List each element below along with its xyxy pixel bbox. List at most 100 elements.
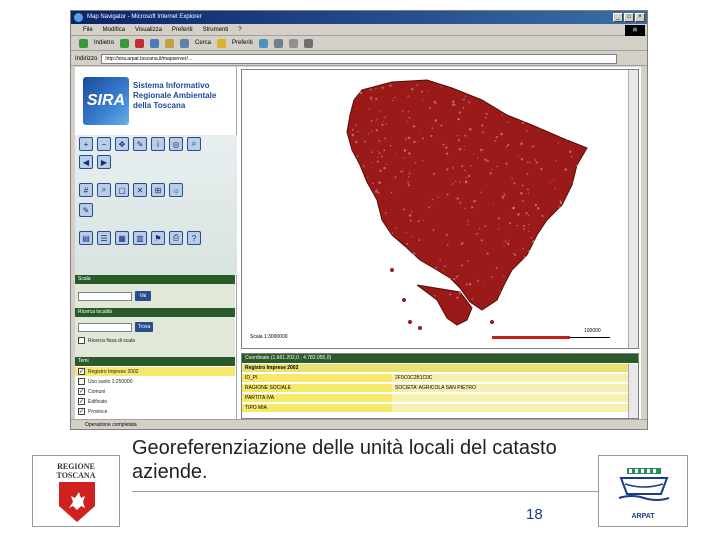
- map-speckle: [563, 121, 565, 123]
- map-speckle: [367, 176, 369, 178]
- map-speckle: [532, 285, 535, 288]
- map-speckle: [408, 172, 411, 175]
- favorites-button[interactable]: Preferiti: [232, 36, 253, 51]
- layer-checkbox[interactable]: ✓: [78, 408, 85, 415]
- mail-icon[interactable]: [288, 38, 298, 48]
- map-speckle: [453, 278, 456, 281]
- home-icon[interactable]: [165, 38, 175, 48]
- map-speckle: [375, 129, 379, 132]
- map-speckle: [408, 116, 411, 119]
- map-speckle: [569, 84, 572, 87]
- table-icon[interactable]: ▥: [133, 231, 147, 245]
- menu-bar: File Modifica Visualizza Preferiti Strum…: [71, 24, 647, 36]
- layer-checkbox[interactable]: ✓: [78, 368, 85, 375]
- favorites-star-icon[interactable]: [217, 38, 227, 48]
- map-speckle: [413, 140, 416, 144]
- next-extent-icon[interactable]: ▶: [97, 155, 111, 169]
- search-icon[interactable]: [180, 38, 190, 48]
- map-speckle: [376, 237, 379, 240]
- print-map-icon[interactable]: ⎙: [169, 231, 183, 245]
- layer-row: ✓ Registro Imprese 2002: [75, 367, 235, 376]
- help-icon[interactable]: ?: [187, 231, 201, 245]
- layer-label: Uso suolo 1:250000: [88, 378, 133, 385]
- light-icon[interactable]: ☼: [169, 183, 183, 197]
- map-speckle: [468, 101, 471, 104]
- clear-selection-icon[interactable]: ✕: [133, 183, 147, 197]
- menu-file[interactable]: File: [83, 24, 93, 35]
- map-speckle: [564, 223, 568, 227]
- map-speckle: [460, 264, 463, 267]
- forward-arrow-icon[interactable]: [120, 38, 130, 48]
- menu-preferiti[interactable]: Preferiti: [172, 24, 193, 35]
- map-speckle: [410, 210, 413, 213]
- tuscany-map[interactable]: [242, 70, 630, 349]
- map-speckle: [381, 123, 384, 126]
- layer-checkbox[interactable]: [78, 378, 85, 385]
- previous-extent-icon[interactable]: ◀: [79, 155, 93, 169]
- layer-checkbox[interactable]: ✓: [78, 388, 85, 395]
- scale-go-button[interactable]: Vai: [135, 291, 151, 301]
- buffer-icon[interactable]: ▢: [115, 183, 129, 197]
- map-speckle: [422, 137, 424, 140]
- menu-help[interactable]: ?: [238, 24, 241, 35]
- map-speckle: [505, 146, 508, 148]
- map-speckle: [451, 183, 454, 185]
- overview-icon[interactable]: ▦: [115, 231, 129, 245]
- map-speckle: [406, 242, 409, 245]
- refresh-icon[interactable]: [150, 38, 160, 48]
- select-icon[interactable]: #: [79, 183, 93, 197]
- map-speckle: [356, 155, 359, 157]
- pan-icon[interactable]: ✥: [115, 137, 129, 151]
- map-speckle: [486, 99, 489, 101]
- map-speckle: [558, 205, 561, 208]
- maximize-button[interactable]: □: [624, 13, 634, 22]
- print-icon[interactable]: [303, 38, 313, 48]
- search-button[interactable]: Cerca: [195, 36, 211, 51]
- layer-row: Uso suolo 1:250000: [75, 377, 235, 386]
- map-speckle: [390, 191, 393, 194]
- back-arrow-icon[interactable]: [79, 38, 88, 48]
- layer-row: ✓ Province: [75, 407, 235, 416]
- map-speckle: [573, 287, 576, 291]
- menu-visualizza[interactable]: Visualizza: [135, 24, 162, 35]
- info-scrollbar[interactable]: [628, 364, 638, 418]
- globe-icon[interactable]: ◎: [169, 137, 183, 151]
- fixed-scale-checkbox[interactable]: [78, 337, 85, 344]
- zoom-out-icon[interactable]: −: [97, 137, 111, 151]
- map-speckle: [394, 226, 397, 229]
- map-scrollbar[interactable]: [628, 70, 638, 348]
- menu-strumenti[interactable]: Strumenti: [203, 24, 229, 35]
- zoom-in-icon[interactable]: +: [79, 137, 93, 151]
- draw-icon[interactable]: ✎: [133, 137, 147, 151]
- map-speckle: [443, 265, 446, 268]
- measure-icon[interactable]: ⊞: [151, 183, 165, 197]
- map-speckle: [545, 261, 548, 264]
- close-button[interactable]: ×: [635, 13, 645, 22]
- history-icon[interactable]: [273, 38, 283, 48]
- layer-checkbox[interactable]: ✓: [78, 398, 85, 405]
- map-speckle: [372, 162, 374, 164]
- flag-icon[interactable]: ⚑: [151, 231, 165, 245]
- map-speckle: [456, 288, 459, 291]
- scale-input[interactable]: [78, 292, 132, 301]
- map-speckle: [468, 86, 471, 89]
- identify-icon[interactable]: i: [151, 137, 165, 151]
- map-speckle: [394, 176, 397, 179]
- location-search-input[interactable]: [78, 323, 132, 332]
- edit-icon[interactable]: ✎: [79, 203, 93, 217]
- address-input[interactable]: http://sira.arpat.toscana.it/mapserver/.…: [101, 53, 617, 64]
- search-map-icon[interactable]: ⌕: [187, 137, 201, 151]
- stop-icon[interactable]: [135, 38, 145, 48]
- map-view[interactable]: Scala 1:3000000 100000: [241, 69, 639, 349]
- query-icon[interactable]: ⌕: [97, 183, 111, 197]
- menu-modifica[interactable]: Modifica: [103, 24, 125, 35]
- map-speckle: [439, 258, 441, 261]
- layers-icon[interactable]: ▤: [79, 231, 93, 245]
- media-icon[interactable]: [258, 38, 268, 48]
- legend-icon[interactable]: ☰: [97, 231, 111, 245]
- info-group-label: Registro Imprese 2002: [242, 364, 630, 373]
- find-button[interactable]: Trova: [135, 322, 153, 332]
- minimize-button[interactable]: _: [613, 13, 623, 22]
- map-speckle: [446, 168, 449, 171]
- back-button[interactable]: Indietro: [94, 36, 114, 51]
